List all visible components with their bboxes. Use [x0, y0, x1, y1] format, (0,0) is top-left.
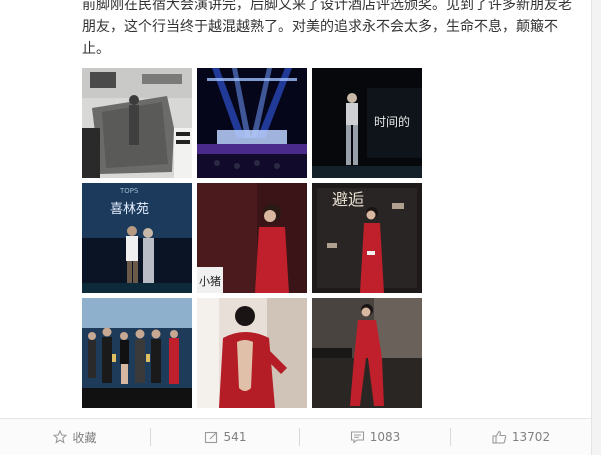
star-icon — [53, 429, 68, 444]
photo-speaker-stage[interactable]: 时间的 — [312, 68, 422, 178]
favorite-label: 收藏 — [72, 430, 97, 445]
post-text-line-1: 前脚刚在民宿大会演讲完，后脚又来了设计酒店评选颁奖。见到了许多新朋友老 — [82, 0, 572, 13]
photo-two-on-stage[interactable]: TOPS 喜林苑 — [82, 183, 192, 293]
repost-button[interactable]: 541 — [151, 419, 299, 455]
tops-label: TOPS — [119, 187, 139, 195]
like-button[interactable]: 13702 — [451, 419, 591, 455]
comment-button[interactable]: 1083 — [300, 419, 450, 455]
sign-text: 小猪 — [199, 275, 221, 288]
post-text-line-3: 止。 — [82, 41, 110, 57]
screen-text: 时间的 — [374, 114, 410, 129]
stage-name-text: 喜林苑 — [110, 202, 149, 217]
comment-count: 1083 — [369, 430, 401, 444]
repost-count: 541 — [223, 430, 247, 444]
photo-gallery: 时间的 TOPS 喜林苑 小猪 避逅 — [82, 68, 422, 408]
like-count: 13702 — [511, 430, 551, 444]
post-text: 前脚刚在民宿大会演讲完，后脚又来了设计酒店评选颁奖。见到了许多新朋友老 朋友，这… — [82, 0, 582, 60]
photo-red-suit-portrait[interactable]: 小猪 — [197, 183, 307, 293]
thumbs-up-icon — [492, 430, 507, 444]
post-action-bar: 收藏 541 1083 13702 — [0, 418, 591, 455]
favorite-button[interactable]: 收藏 — [0, 419, 150, 455]
backdrop-text: 避逅 — [332, 190, 364, 209]
post-text-line-2: 朋友，这个行当终于越混越熟了。对美的追求永不会太多，生命不息，颠簸不 — [82, 19, 558, 35]
repost-icon — [204, 430, 219, 444]
scrollbar-track[interactable] — [591, 0, 601, 455]
photo-back-view[interactable] — [197, 298, 307, 408]
photo-red-suit-full[interactable] — [312, 298, 422, 408]
photo-stage-lights[interactable] — [197, 68, 307, 178]
photo-group-awards[interactable] — [82, 298, 192, 408]
photo-stage-artwork[interactable] — [82, 68, 192, 178]
comment-icon — [350, 430, 365, 444]
photo-red-suit-backdrop[interactable]: 避逅 — [312, 183, 422, 293]
